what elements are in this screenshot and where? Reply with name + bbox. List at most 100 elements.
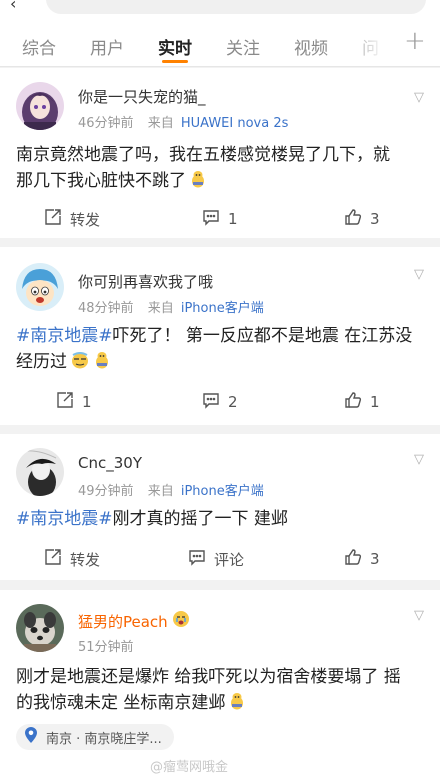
post-meta: 51分钟前 bbox=[78, 636, 134, 655]
plus-icon[interactable]: + bbox=[404, 26, 426, 56]
like-count: 1 bbox=[370, 393, 380, 411]
post-source[interactable]: iPhone客户端 bbox=[181, 484, 264, 499]
source-prefix: 来自 bbox=[147, 116, 174, 131]
comment-button[interactable]: 2 bbox=[202, 391, 238, 413]
post-text[interactable]: #南京地震#刚才真的摇了一下 建邺 bbox=[16, 506, 420, 532]
repost-count: 1 bbox=[82, 393, 92, 411]
tab-fade bbox=[340, 22, 400, 66]
post-text-line: 刚才是地震还是爆炸 给我吓死以为宿舍楼要塌了 摇 bbox=[16, 667, 401, 687]
action-bar: 1 2 1 bbox=[0, 391, 440, 413]
post-text-line: 南京竟然地震了吗，我在五楼感觉楼晃了几下，就 bbox=[16, 145, 390, 165]
avatar[interactable] bbox=[16, 448, 64, 496]
location-tag[interactable]: 南京 · 南京晓庄学... bbox=[16, 724, 174, 750]
source-prefix: 来自 bbox=[147, 301, 174, 316]
repost-icon bbox=[44, 208, 70, 230]
post-text-line-last: 那几下我心脏快不跳了 bbox=[16, 168, 420, 196]
post-time: 51分钟前 bbox=[78, 640, 134, 655]
avatar[interactable] bbox=[16, 263, 64, 311]
comment-icon bbox=[188, 548, 214, 570]
emoji-icon bbox=[228, 692, 246, 718]
post-text[interactable]: 南京竟然地震了吗，我在五楼感觉楼晃了几下，就 那几下我心脏快不跳了 bbox=[16, 142, 420, 196]
repost-label: 转发 bbox=[70, 210, 101, 229]
action-bar: 转发 评论 3 bbox=[0, 548, 440, 570]
post-time: 49分钟前 bbox=[78, 484, 134, 499]
post-text-line-last: 的我惊魂未定 坐标南京建邺 bbox=[16, 690, 420, 718]
chevron-down-icon[interactable]: ▽ bbox=[414, 267, 424, 282]
action-bar: 转发 1 3 bbox=[0, 208, 440, 230]
comment-button[interactable]: 1 bbox=[202, 208, 238, 230]
chevron-down-icon[interactable]: ▽ bbox=[414, 608, 424, 623]
comment-count: 2 bbox=[228, 393, 238, 411]
like-icon bbox=[344, 391, 370, 413]
like-button[interactable]: 3 bbox=[344, 208, 380, 230]
comment-icon bbox=[202, 391, 228, 413]
emoji-icon bbox=[70, 351, 90, 377]
comment-count: 1 bbox=[228, 210, 238, 228]
post-card: 你可别再喜欢我了哦 ▽ 48分钟前 来自 iPhone客户端 #南京地震#吓死了… bbox=[0, 247, 440, 425]
post-card: Cnc_30Y ▽ 49分钟前 来自 iPhone客户端 #南京地震#刚才真的摇… bbox=[0, 434, 440, 580]
post-source[interactable]: iPhone客户端 bbox=[181, 301, 264, 316]
location-label: 南京 · 南京晓庄学... bbox=[46, 731, 162, 747]
username[interactable]: 你是一只失宠的猫_ bbox=[78, 86, 206, 107]
username-row: 猛男的Peach bbox=[78, 610, 190, 632]
watermark: @瘤莺网哦金 bbox=[150, 760, 229, 775]
post-text-fragment: 的我惊魂未定 坐标南京建邺 bbox=[16, 693, 226, 713]
tab-comprehensive[interactable]: 综合 bbox=[22, 34, 56, 59]
tab-bar: 综合 用户 实时 关注 视频 问 + bbox=[0, 22, 440, 67]
chevron-down-icon[interactable]: ▽ bbox=[414, 90, 424, 105]
post-text-fragment: 刚才真的摇了一下 建邺 bbox=[112, 509, 288, 529]
avatar[interactable] bbox=[16, 82, 64, 130]
like-count: 3 bbox=[370, 550, 380, 568]
tab-video[interactable]: 视频 bbox=[294, 34, 328, 59]
emoji-icon bbox=[93, 351, 111, 377]
username[interactable]: 猛男的Peach bbox=[78, 611, 168, 632]
location-pin-icon bbox=[24, 726, 46, 748]
repost-button[interactable]: 转发 bbox=[44, 548, 100, 570]
emoji-icon bbox=[189, 170, 207, 196]
tab-realtime[interactable]: 实时 bbox=[158, 34, 192, 59]
post-meta: 46分钟前 来自 HUAWEI nova 2s bbox=[78, 112, 288, 131]
like-icon bbox=[344, 548, 370, 570]
post-time: 48分钟前 bbox=[78, 301, 134, 316]
post-text-line: 那几下我心脏快不跳了 bbox=[16, 171, 186, 191]
post-time: 46分钟前 bbox=[78, 116, 134, 131]
like-button[interactable]: 1 bbox=[344, 391, 380, 413]
post-text[interactable]: 刚才是地震还是爆炸 给我吓死以为宿舍楼要塌了 摇 的我惊魂未定 坐标南京建邺 bbox=[16, 664, 420, 718]
comment-icon bbox=[202, 208, 228, 230]
post-text-line: #南京地震#吓死了！ 第一反应都不是地震 在江苏没 bbox=[16, 323, 420, 349]
post-text-line: #南京地震#刚才真的摇了一下 建邺 bbox=[16, 506, 420, 532]
post-text-fragment: 经历过 bbox=[16, 352, 67, 372]
crying-face-icon bbox=[172, 610, 190, 632]
post-meta: 49分钟前 来自 iPhone客户端 bbox=[78, 480, 264, 499]
source-prefix: 来自 bbox=[147, 484, 174, 499]
post-meta: 48分钟前 来自 iPhone客户端 bbox=[78, 297, 264, 316]
topic-hashtag[interactable]: #南京地震# bbox=[16, 509, 113, 529]
comment-label: 评论 bbox=[214, 550, 245, 569]
repost-button[interactable]: 1 bbox=[56, 391, 92, 413]
repost-button[interactable]: 转发 bbox=[44, 208, 100, 230]
post-text-line-last: 经历过 bbox=[16, 349, 420, 377]
avatar[interactable] bbox=[16, 604, 64, 652]
back-arrow-icon[interactable]: ‹ bbox=[10, 0, 16, 13]
post-text[interactable]: #南京地震#吓死了！ 第一反应都不是地震 在江苏没 经历过 bbox=[16, 323, 420, 377]
like-count: 3 bbox=[370, 210, 380, 228]
username[interactable]: 你可别再喜欢我了哦 bbox=[78, 271, 213, 292]
repost-icon bbox=[44, 548, 70, 570]
repost-icon bbox=[56, 391, 82, 413]
post-text-fragment: 吓死了！ 第一反应都不是地震 在江苏没 bbox=[112, 326, 413, 346]
search-box[interactable] bbox=[46, 0, 426, 14]
post-card: 你是一只失宠的猫_ ▽ 46分钟前 来自 HUAWEI nova 2s 南京竟然… bbox=[0, 68, 440, 238]
like-button[interactable]: 3 bbox=[344, 548, 380, 570]
comment-button[interactable]: 评论 bbox=[188, 548, 244, 570]
like-icon bbox=[344, 208, 370, 230]
top-bar: ‹ bbox=[0, 0, 440, 22]
repost-label: 转发 bbox=[70, 550, 101, 569]
post-card: 猛男的Peach ▽ 51分钟前 刚才是地震还是爆炸 给我吓死以为宿舍楼要塌了 … bbox=[0, 590, 440, 782]
post-source[interactable]: HUAWEI nova 2s bbox=[181, 116, 289, 131]
tab-users[interactable]: 用户 bbox=[90, 34, 124, 59]
active-tab-indicator bbox=[162, 60, 188, 63]
username[interactable]: Cnc_30Y bbox=[78, 454, 142, 472]
chevron-down-icon[interactable]: ▽ bbox=[414, 452, 424, 467]
topic-hashtag[interactable]: #南京地震# bbox=[16, 326, 113, 346]
tab-following[interactable]: 关注 bbox=[226, 34, 260, 59]
